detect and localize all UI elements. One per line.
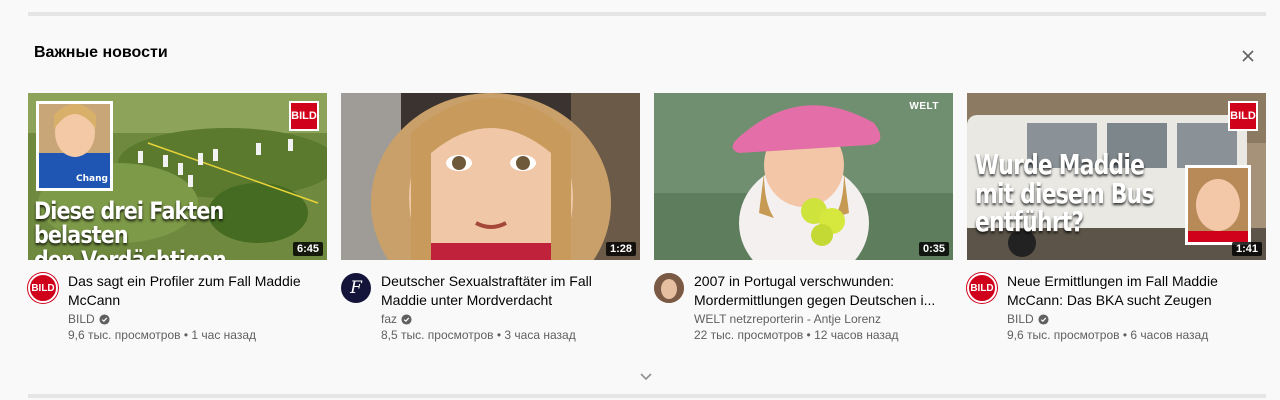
expand-shelf-button[interactable]: [638, 370, 654, 384]
video-card[interactable]: BILD Chang Diese drei Fakten belasten de…: [28, 93, 327, 343]
video-stats: 9,6 тыс. просмотров • 6 часов назад: [1007, 328, 1209, 342]
bottom-divider: [28, 394, 1266, 398]
video-card[interactable]: BILD Wurde Maddie mit diesem Bus entführ…: [967, 93, 1266, 343]
chevron-down-icon: [640, 373, 652, 381]
verified-icon: [1038, 313, 1049, 325]
verified-icon: [401, 313, 412, 325]
video-title[interactable]: Deutscher Sexualstraftäter im Fall Maddi…: [381, 272, 640, 310]
video-duration: 0:35: [918, 242, 949, 256]
channel-name[interactable]: BILD: [68, 311, 327, 327]
channel-avatar[interactable]: F: [341, 273, 371, 303]
video-duration: 6:45: [292, 242, 323, 256]
thumbnail-headline: Wurde Maddie mit diesem Bus entführt?: [975, 148, 1154, 239]
bild-logo: BILD: [1228, 101, 1258, 131]
video-title[interactable]: Das sagt ein Profiler zum Fall Maddie Mc…: [68, 272, 327, 310]
channel-avatar[interactable]: [654, 273, 684, 303]
video-stats: 9,6 тыс. просмотров • 1 час назад: [68, 328, 257, 342]
shelf-title: Важные новости: [34, 44, 168, 61]
channel-name[interactable]: faz: [381, 311, 640, 327]
welt-logo: WELT: [909, 101, 939, 112]
video-meta: 2007 in Portugal verschwunden: Mordermit…: [654, 272, 953, 343]
thumbnail-image: [341, 93, 640, 260]
video-duration: 1:41: [1231, 242, 1262, 256]
channel-avatar[interactable]: BILD: [967, 273, 997, 303]
video-card[interactable]: WELT 0:35 2007 in Portugal verschwunden:…: [654, 93, 953, 343]
thumbnail-headline: Diese drei Fakten belasten den Verdächti…: [34, 197, 227, 260]
video-thumbnail[interactable]: BILD Chang Diese drei Fakten belasten de…: [28, 93, 327, 260]
video-card[interactable]: 1:28 F Deutscher Sexualstraftäter im Fal…: [341, 93, 640, 343]
thumbnail-image: [654, 93, 953, 260]
verified-icon: [99, 313, 110, 325]
video-title[interactable]: Neue Ermittlungen im Fall Maddie McCann:…: [1007, 272, 1266, 310]
video-thumbnail[interactable]: BILD Wurde Maddie mit diesem Bus entführ…: [967, 93, 1266, 260]
video-thumbnail[interactable]: WELT 0:35: [654, 93, 953, 260]
video-stats: 8,5 тыс. просмотров • 3 часа назад: [381, 328, 576, 342]
channel-avatar[interactable]: BILD: [28, 273, 58, 303]
video-meta: BILD Neue Ermittlungen im Fall Maddie Mc…: [967, 272, 1266, 343]
channel-name[interactable]: WELT netzreporterin - Antje Lorenz: [694, 311, 953, 327]
avatar-photo: [654, 273, 684, 303]
top-divider: [28, 12, 1266, 16]
jersey-text: Chang: [76, 174, 108, 184]
video-meta: F Deutscher Sexualstraftäter im Fall Mad…: [341, 272, 640, 343]
video-grid: BILD Chang Diese drei Fakten belasten de…: [28, 93, 1266, 343]
bild-logo: BILD: [289, 101, 319, 131]
video-meta: BILD Das sagt ein Profiler zum Fall Madd…: [28, 272, 327, 343]
close-icon: [1242, 50, 1254, 62]
close-shelf-button[interactable]: [1236, 44, 1260, 68]
video-duration: 1:28: [605, 242, 636, 256]
video-title[interactable]: 2007 in Portugal verschwunden: Mordermit…: [694, 272, 953, 310]
video-stats: 22 тыс. просмотров • 12 часов назад: [694, 328, 899, 342]
video-thumbnail[interactable]: 1:28: [341, 93, 640, 260]
channel-name[interactable]: BILD: [1007, 311, 1266, 327]
